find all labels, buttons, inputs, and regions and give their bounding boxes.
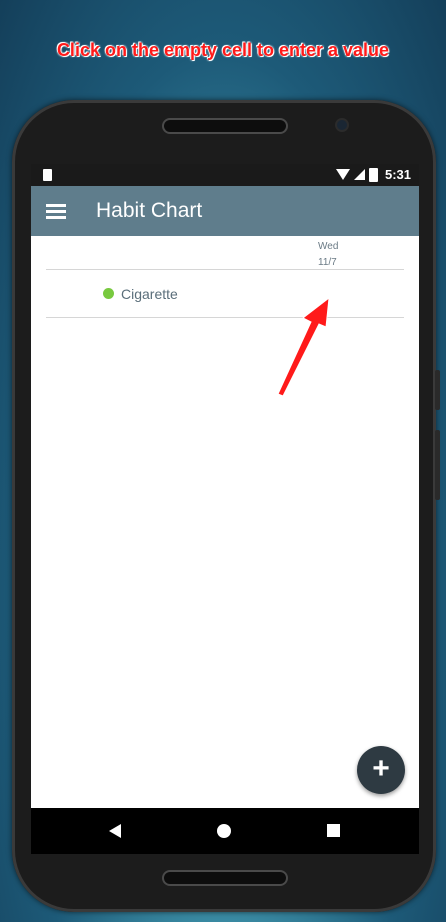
arrow-pointer-icon xyxy=(277,296,330,397)
